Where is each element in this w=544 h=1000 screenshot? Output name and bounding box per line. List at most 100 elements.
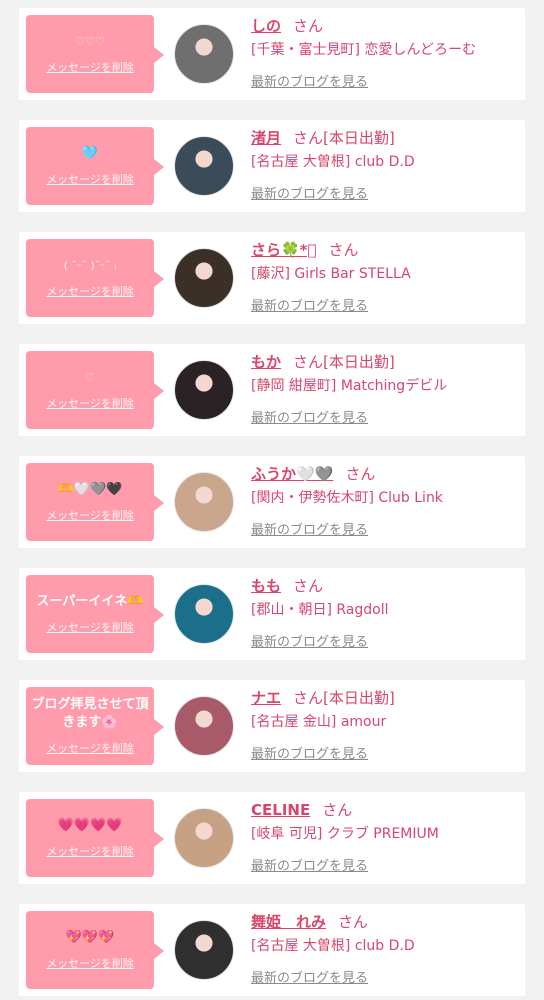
cast-info: もも さん [郡山・朝日] Ragdoll 最新のブログを見る [251,575,517,650]
message-card: ブログ拝見させて頂きます🌸 メッセージを削除 ナエ さん[本日出勤] [名古屋 金… [19,680,525,772]
message-card: 💖💖💖 メッセージを削除 舞姫 れみ さん [名古屋 大曽根] club D.D … [19,904,525,996]
avatar[interactable] [174,808,234,868]
avatar[interactable] [174,472,234,532]
honorific: さん [293,689,324,707]
message-text: ( ˘ᵕ˘ )˘ᵕ˘ ₎ [63,259,117,272]
delete-message-link[interactable]: メッセージを削除 [46,955,134,971]
name-line: ふうか🤍🩶 さん [251,463,517,485]
latest-blog-link[interactable]: 最新のブログを見る [251,183,368,202]
delete-message-link[interactable]: メッセージを削除 [46,59,134,75]
avatar[interactable] [174,696,234,756]
status-badge: [本日出勤] [323,353,395,371]
message-card: ( ˘ᵕ˘ )˘ᵕ˘ ₎ メッセージを削除 さら🍀*ﾟ さん [藤沢] Girls… [19,232,525,324]
shop-label: [名古屋 大曽根] club D.D [251,938,415,954]
cast-info: しの さん [千葉・富士見町] 恋愛しんどろーむ 最新のブログを見る [251,15,517,90]
latest-blog-link[interactable]: 最新のブログを見る [251,967,368,986]
shop-label: [名古屋 金山] amour [251,714,387,730]
avatar[interactable] [174,920,234,980]
shop-label: [名古屋 大曽根] club D.D [251,154,415,170]
honorific: さん [345,465,376,483]
honorific: さん [338,913,369,931]
cast-info: ナエ さん[本日出勤] [名古屋 金山] amour 最新のブログを見る [251,687,517,762]
latest-blog-link[interactable]: 最新のブログを見る [251,295,368,314]
message-text: スーパーイイネ🫶 [36,594,144,609]
honorific: さん [322,801,353,819]
shop-label: [千葉・富士見町] 恋愛しんどろーむ [251,42,476,58]
message-bubble: ♡ メッセージを削除 [26,351,164,429]
message-card: 🫶🤍🩶🖤 メッセージを削除 ふうか🤍🩶 さん [関内・伊勢佐木町] Club Li… [19,456,525,548]
name-line: しの さん [251,15,517,37]
message-bubble: 💖💖💖 メッセージを削除 [26,911,164,989]
message-bubble: スーパーイイネ🫶 メッセージを削除 [26,575,164,653]
delete-message-link[interactable]: メッセージを削除 [46,395,134,411]
message-card: スーパーイイネ🫶 メッセージを削除 もも さん [郡山・朝日] Ragdoll 最… [19,568,525,660]
cast-info: もか さん[本日出勤] [静岡 紺屋町] Matchingデビル 最新のブログを見… [251,351,517,426]
cast-name-link[interactable]: 舞姫 れみ [251,913,326,931]
message-bubble: ( ˘ᵕ˘ )˘ᵕ˘ ₎ メッセージを削除 [26,239,164,317]
shop-label: [岐阜 可児] クラブ PREMIUM [251,826,439,842]
delete-message-link[interactable]: メッセージを削除 [46,171,134,187]
latest-blog-link[interactable]: 最新のブログを見る [251,855,368,874]
message-bubble: 🩵 メッセージを削除 [26,127,164,205]
name-line: 舞姫 れみ さん [251,911,517,933]
message-text: 🫶🤍🩶🖤 [57,482,123,497]
message-text: ブログ拝見させて頂きます🌸 [31,697,149,730]
cast-name-link[interactable]: さら🍀*ﾟ [251,241,317,259]
delete-message-link[interactable]: メッセージを削除 [46,740,134,756]
honorific: さん [293,17,324,35]
cast-info: ふうか🤍🩶 さん [関内・伊勢佐木町] Club Link 最新のブログを見る [251,463,517,538]
message-bubble: 🫶🤍🩶🖤 メッセージを削除 [26,463,164,541]
cast-info: 渚月 さん[本日出勤] [名古屋 大曽根] club D.D 最新のブログを見る [251,127,517,202]
avatar[interactable] [174,24,234,84]
honorific: さん [293,577,324,595]
status-badge: [本日出勤] [323,689,395,707]
message-text: ♡♡♡ [75,35,105,48]
latest-blog-link[interactable]: 最新のブログを見る [251,743,368,762]
shop-label: [静岡 紺屋町] Matchingデビル [251,378,448,394]
latest-blog-link[interactable]: 最新のブログを見る [251,631,368,650]
shop-label: [藤沢] Girls Bar STELLA [251,266,411,282]
message-card: ♡♡♡ メッセージを削除 しの さん [千葉・富士見町] 恋愛しんどろーむ 最新の… [19,8,525,100]
status-badge: [本日出勤] [323,129,395,147]
latest-blog-link[interactable]: 最新のブログを見る [251,407,368,426]
name-line: もか さん[本日出勤] [251,351,517,373]
name-line: もも さん [251,575,517,597]
message-bubble: ブログ拝見させて頂きます🌸 メッセージを削除 [26,687,164,765]
cast-name-link[interactable]: もか [251,353,281,371]
cast-name-link[interactable]: CELINE [251,801,310,819]
honorific: さん [293,353,324,371]
cast-info: 舞姫 れみ さん [名古屋 大曽根] club D.D 最新のブログを見る [251,911,517,986]
delete-message-link[interactable]: メッセージを削除 [46,843,134,859]
message-bubble: 💗💗💗💗 メッセージを削除 [26,799,164,877]
message-text: 💖💖💖 [65,930,115,945]
honorific: さん [328,241,359,259]
delete-message-link[interactable]: メッセージを削除 [46,283,134,299]
message-text: ♡ [85,371,95,384]
avatar[interactable] [174,584,234,644]
avatar[interactable] [174,360,234,420]
avatar[interactable] [174,248,234,308]
message-text: 🩵 [81,146,99,161]
name-line: ナエ さん[本日出勤] [251,687,517,709]
cast-name-link[interactable]: 渚月 [251,129,281,147]
cast-name-link[interactable]: ふうか🤍🩶 [251,465,333,483]
name-line: CELINE さん [251,799,517,821]
cast-info: さら🍀*ﾟ さん [藤沢] Girls Bar STELLA 最新のブログを見る [251,239,517,314]
cast-info: CELINE さん [岐阜 可児] クラブ PREMIUM 最新のブログを見る [251,799,517,874]
delete-message-link[interactable]: メッセージを削除 [46,507,134,523]
cast-name-link[interactable]: ナエ [251,689,281,707]
name-line: さら🍀*ﾟ さん [251,239,517,261]
cast-name-link[interactable]: もも [251,577,281,595]
shop-label: [郡山・朝日] Ragdoll [251,602,389,618]
cast-name-link[interactable]: しの [251,17,281,35]
latest-blog-link[interactable]: 最新のブログを見る [251,71,368,90]
message-bubble: ♡♡♡ メッセージを削除 [26,15,164,93]
avatar[interactable] [174,136,234,196]
delete-message-link[interactable]: メッセージを削除 [46,619,134,635]
honorific: さん [293,129,324,147]
latest-blog-link[interactable]: 最新のブログを見る [251,519,368,538]
message-card: ♡ メッセージを削除 もか さん[本日出勤] [静岡 紺屋町] Matchingデ… [19,344,525,436]
message-card: 🩵 メッセージを削除 渚月 さん[本日出勤] [名古屋 大曽根] club D.D… [19,120,525,212]
message-text: 💗💗💗💗 [57,818,123,833]
shop-label: [関内・伊勢佐木町] Club Link [251,490,443,506]
